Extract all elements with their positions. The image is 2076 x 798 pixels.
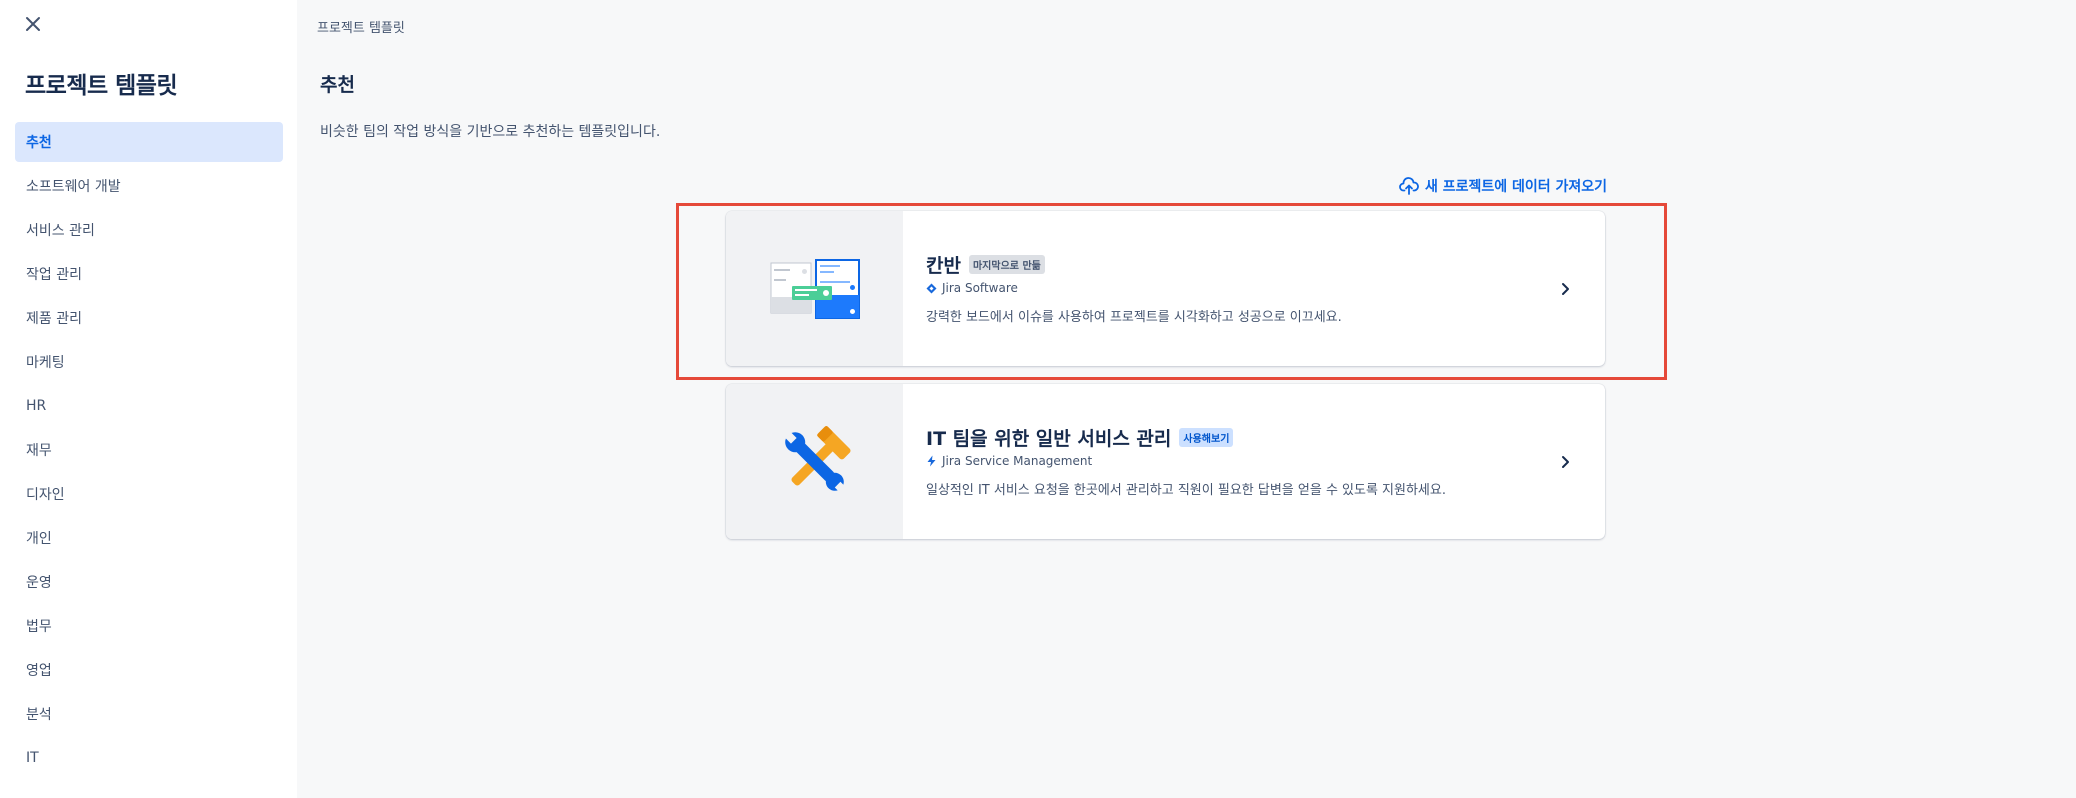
sidebar-item-product-management[interactable]: 제품 관리 xyxy=(15,298,283,338)
chevron-right-icon xyxy=(1555,279,1575,299)
close-icon xyxy=(26,17,40,31)
card-title: 칸반 xyxy=(926,255,961,277)
template-card-kanban[interactable]: 칸반 마지막으로 만듦 Jira Software 강력한 보드에서 이슈를 사… xyxy=(726,211,1605,366)
sidebar-nav: 추천 소프트웨어 개발 서비스 관리 작업 관리 제품 관리 마케팅 HR 재무… xyxy=(15,122,283,782)
card-body: 칸반 마지막으로 만듦 Jira Software 강력한 보드에서 이슈를 사… xyxy=(903,211,1605,366)
sidebar-item-work-management[interactable]: 작업 관리 xyxy=(15,254,283,294)
sidebar-item-analytics[interactable]: 분석 xyxy=(15,694,283,734)
card-body: IT 팀을 위한 일반 서비스 관리 사용해보기 Jira Service Ma… xyxy=(903,384,1605,539)
card-description: 강력한 보드에서 이슈를 사용하여 프로젝트를 시각화하고 성공으로 이끄세요. xyxy=(926,310,1342,325)
cloud-upload-icon xyxy=(1399,177,1419,195)
product-name: Jira Service Management xyxy=(942,454,1093,468)
page-description: 비슷한 팀의 작업 방식을 기반으로 추천하는 템플릿입니다. xyxy=(320,124,661,140)
try-it-badge: 사용해보기 xyxy=(1179,428,1234,447)
close-button[interactable] xyxy=(20,11,46,37)
sidebar-item-hr[interactable]: HR xyxy=(15,386,283,426)
tools-illustration xyxy=(726,384,903,539)
card-title-row: IT 팀을 위한 일반 서비스 관리 사용해보기 xyxy=(926,424,1234,451)
sidebar-item-finance[interactable]: 재무 xyxy=(15,430,283,470)
breadcrumb[interactable]: 프로젝트 템플릿 xyxy=(317,17,405,36)
card-title: IT 팀을 위한 일반 서비스 관리 xyxy=(926,428,1172,450)
sidebar-item-recommended[interactable]: 추천 xyxy=(15,122,283,162)
sidebar: 프로젝트 템플릿 추천 소프트웨어 개발 서비스 관리 작업 관리 제품 관리 … xyxy=(0,0,297,798)
import-data-link[interactable]: 새 프로젝트에 데이터 가져오기 xyxy=(1399,176,1607,196)
main-content: 프로젝트 템플릿 추천 비슷한 팀의 작업 방식을 기반으로 추천하는 템플릿입… xyxy=(297,0,2076,798)
kanban-illustration xyxy=(726,211,903,366)
card-description: 일상적인 IT 서비스 요청을 한곳에서 관리하고 직원이 필요한 답변을 얻을… xyxy=(926,483,1446,498)
import-data-label: 새 프로젝트에 데이터 가져오기 xyxy=(1425,179,1608,195)
template-card-it-service-management[interactable]: IT 팀을 위한 일반 서비스 관리 사용해보기 Jira Service Ma… xyxy=(726,384,1605,539)
chevron-right-icon xyxy=(1555,452,1575,472)
product-label: Jira Service Management xyxy=(926,454,1092,468)
sidebar-item-marketing[interactable]: 마케팅 xyxy=(15,342,283,382)
sidebar-item-personal[interactable]: 개인 xyxy=(15,518,283,558)
sidebar-item-sales[interactable]: 영업 xyxy=(15,650,283,690)
card-title-row: 칸반 마지막으로 만듦 xyxy=(926,251,1045,278)
product-label: Jira Software xyxy=(926,281,1018,295)
sidebar-item-software-development[interactable]: 소프트웨어 개발 xyxy=(15,166,283,206)
sidebar-item-legal[interactable]: 법무 xyxy=(15,606,283,646)
jira-software-icon xyxy=(926,283,937,293)
sidebar-title: 프로젝트 템플릿 xyxy=(25,73,178,99)
product-name: Jira Software xyxy=(942,281,1018,295)
sidebar-item-design[interactable]: 디자인 xyxy=(15,474,283,514)
sidebar-item-operations[interactable]: 운영 xyxy=(15,562,283,602)
jira-service-management-icon xyxy=(927,455,936,467)
last-created-badge: 마지막으로 만듦 xyxy=(968,255,1045,274)
page-title: 추천 xyxy=(320,74,355,96)
sidebar-item-service-management[interactable]: 서비스 관리 xyxy=(15,210,283,250)
sidebar-item-it[interactable]: IT xyxy=(15,738,283,778)
